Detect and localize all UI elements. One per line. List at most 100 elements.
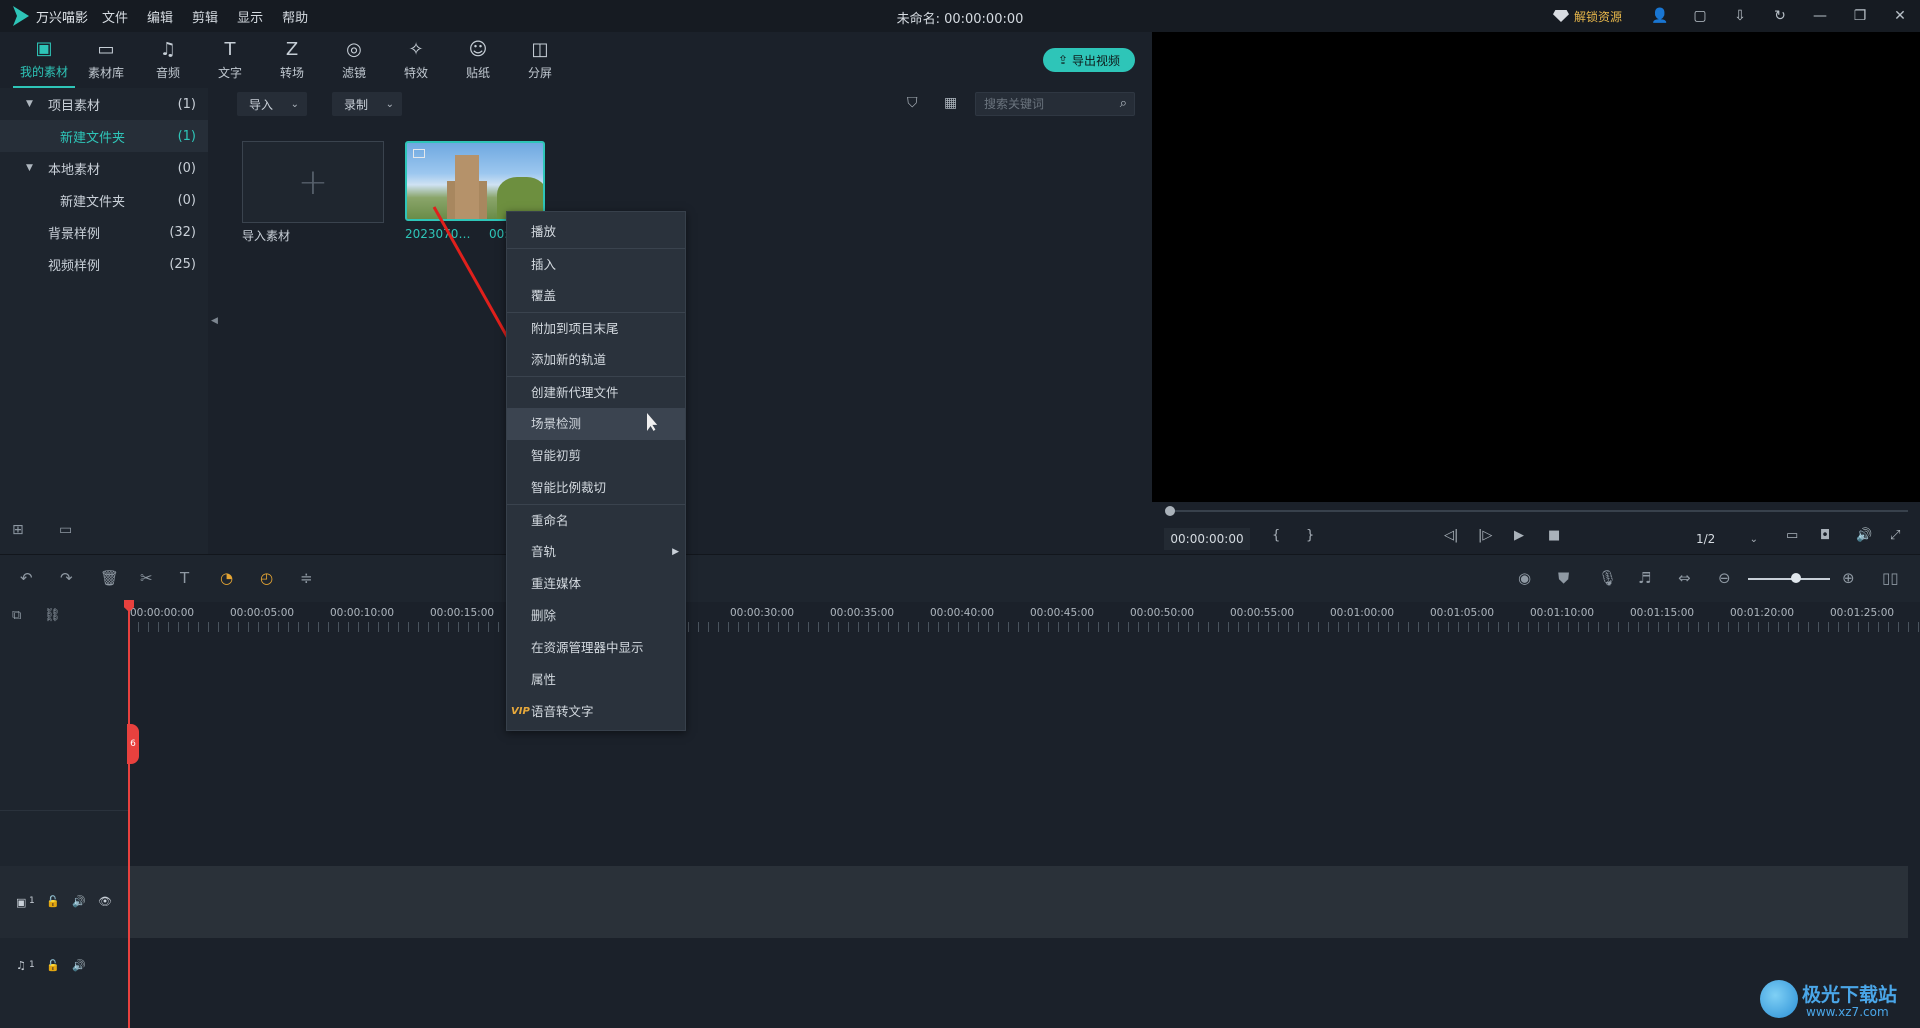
menu-item-add-track[interactable]: 添加新的轨道 (507, 344, 685, 376)
display-icon[interactable]: ▭ (1786, 528, 1798, 543)
timeline-ruler[interactable]: ⧉ ⛓ 00:00:00:00 00:00:05:00 00:00:10:00 … (0, 602, 1920, 634)
menu-item-smart-trim[interactable]: 智能初剪 (507, 440, 685, 472)
fit-timeline-icon[interactable]: ⇔ (1678, 569, 1691, 587)
account-icon[interactable]: 👤 (1640, 0, 1680, 32)
tree-item-new-folder-2[interactable]: 新建文件夹 (0) (0, 184, 208, 216)
link-icon[interactable]: ⛓ (44, 608, 61, 623)
playback-quality-select[interactable]: 1/2 ⌄ (1680, 528, 1760, 550)
volume-icon[interactable]: 🔊 (72, 959, 86, 972)
minimize-icon[interactable]: — (1800, 0, 1840, 32)
tree-item-project-media[interactable]: ▼ 项目素材 (1) (0, 88, 208, 120)
menu-item-play[interactable]: 播放 (507, 216, 685, 248)
search-input[interactable] (976, 93, 1106, 115)
play-icon[interactable]: ▶ (1514, 528, 1524, 543)
menu-item-rename[interactable]: 重命名 (507, 504, 685, 536)
tab-effects[interactable]: ✧ 特效 (385, 32, 447, 88)
volume-icon[interactable]: 🔊 (1856, 528, 1872, 543)
menu-item-audio-track[interactable]: 音轨 ▶ (507, 536, 685, 568)
add-track-icon[interactable]: ⧉ (12, 608, 21, 623)
collapse-panel-icon[interactable]: ◀ (211, 316, 218, 326)
add-text-icon[interactable]: T (180, 569, 189, 587)
unlock-resources-button[interactable]: 解锁资源 (1552, 8, 1622, 25)
cut-icon[interactable]: ✂ (140, 569, 153, 587)
volume-icon[interactable]: 🔊 (72, 895, 86, 908)
scrubber-handle[interactable] (1165, 506, 1175, 516)
mark-out-button[interactable]: } (1306, 528, 1314, 543)
lock-icon[interactable]: 🔓 (46, 959, 60, 972)
menu-item-append[interactable]: 附加到项目末尾 (507, 312, 685, 344)
menu-edit[interactable]: 编辑 (147, 7, 173, 26)
download-icon[interactable]: ⇩ (1720, 0, 1760, 32)
duration-icon[interactable]: ◴ (260, 569, 273, 587)
caret-down-icon[interactable]: ▼ (26, 99, 33, 109)
tab-library[interactable]: ▭ 素材库 (75, 32, 137, 88)
microphone-icon[interactable]: 🎙 (1598, 569, 1617, 587)
menu-help[interactable]: 帮助 (282, 7, 308, 26)
menu-item-speech-to-text[interactable]: VIP 语音转文字 (507, 696, 685, 728)
step-forward-icon[interactable]: |▷ (1478, 528, 1492, 543)
media-clip-thumbnail[interactable] (405, 141, 545, 221)
message-icon[interactable]: ▢ (1680, 0, 1720, 32)
menu-item-insert[interactable]: 插入 (507, 248, 685, 280)
menu-item-create-proxy[interactable]: 创建新代理文件 (507, 376, 685, 408)
playhead[interactable] (128, 602, 130, 1028)
marker-icon[interactable]: ⛊ (1558, 569, 1569, 587)
caret-down-icon[interactable]: ▼ (26, 163, 33, 173)
zoom-slider[interactable] (1748, 578, 1830, 580)
import-media-tile[interactable]: + (242, 141, 384, 223)
tree-item-local-media[interactable]: ▼ 本地素材 (0) (0, 152, 208, 184)
new-folder-icon[interactable]: ⊞ (12, 522, 24, 538)
stop-icon[interactable]: ■ (1548, 528, 1560, 543)
restore-icon[interactable]: ❐ (1840, 0, 1880, 32)
tab-transition[interactable]: Z 转场 (261, 32, 323, 88)
menu-item-scene-detection[interactable]: 场景检测 (507, 408, 685, 440)
lock-icon[interactable]: 🔓 (46, 895, 60, 908)
menu-item-show-in-explorer[interactable]: 在资源管理器中显示 (507, 632, 685, 664)
layout-icon[interactable]: ▯▯ (1882, 569, 1899, 587)
delete-icon[interactable]: 🗑 (100, 569, 119, 587)
undo-icon[interactable]: ↶ (20, 569, 33, 587)
menu-item-smart-crop[interactable]: 智能比例裁切 (507, 472, 685, 504)
folder-outline-icon[interactable]: ▭ (59, 522, 72, 538)
tab-my-media[interactable]: ▣ 我的素材 (13, 32, 75, 88)
tab-filter[interactable]: ◎ 滤镜 (323, 32, 385, 88)
eye-icon[interactable]: 👁 (98, 895, 112, 908)
adjust-icon[interactable]: ≑ (300, 569, 313, 587)
menu-item-properties[interactable]: 属性 (507, 664, 685, 696)
snapshot-icon[interactable]: ◘ (1820, 528, 1830, 543)
preview-window[interactable] (1152, 32, 1920, 502)
fullscreen-icon[interactable]: ⤢ (1890, 528, 1900, 543)
filter-funnel-icon[interactable]: ⛉ (907, 95, 918, 111)
menu-clip[interactable]: 剪辑 (192, 7, 218, 26)
audio-mixer-icon[interactable]: ♬ (1638, 569, 1651, 587)
menu-item-overwrite[interactable]: 覆盖 (507, 280, 685, 312)
preview-scrubber[interactable] (1166, 510, 1908, 512)
tab-split-screen[interactable]: ◫ 分屏 (509, 32, 571, 88)
menu-item-relink-media[interactable]: 重连媒体 (507, 568, 685, 600)
step-back-icon[interactable]: ◁| (1444, 528, 1458, 543)
tab-audio[interactable]: ♫ 音频 (137, 32, 199, 88)
export-video-button[interactable]: ⇪ 导出视频 (1043, 48, 1135, 72)
speed-icon[interactable]: ◔ (220, 569, 233, 587)
zoom-out-icon[interactable]: ⊖ (1718, 569, 1731, 587)
tree-item-new-folder-1[interactable]: 新建文件夹 (1) (0, 120, 208, 152)
search-icon[interactable]: ⌕ (1120, 96, 1127, 111)
tree-item-video-samples[interactable]: 视频样例 (25) (0, 248, 208, 280)
refresh-icon[interactable]: ↻ (1760, 0, 1800, 32)
grid-view-icon[interactable]: ▦ (944, 95, 957, 111)
video-track-1[interactable] (128, 866, 1908, 938)
zoom-slider-handle[interactable] (1791, 573, 1801, 583)
import-dropdown[interactable]: 导入 ⌄ (237, 92, 307, 116)
menu-item-delete[interactable]: 删除 (507, 600, 685, 632)
tab-text[interactable]: T 文字 (199, 32, 261, 88)
timeline-tracks[interactable] (128, 634, 1920, 1028)
menu-view[interactable]: 显示 (237, 7, 263, 26)
close-icon[interactable]: ✕ (1880, 0, 1920, 32)
menu-file[interactable]: 文件 (102, 7, 128, 26)
render-icon[interactable]: ◉ (1518, 569, 1531, 587)
playhead-tag[interactable]: 6 (127, 724, 139, 764)
record-dropdown[interactable]: 录制 ⌄ (332, 92, 402, 116)
tab-sticker[interactable]: ☺ 贴纸 (447, 32, 509, 88)
redo-icon[interactable]: ↷ (60, 569, 73, 587)
tree-item-background-samples[interactable]: 背景样例 (32) (0, 216, 208, 248)
